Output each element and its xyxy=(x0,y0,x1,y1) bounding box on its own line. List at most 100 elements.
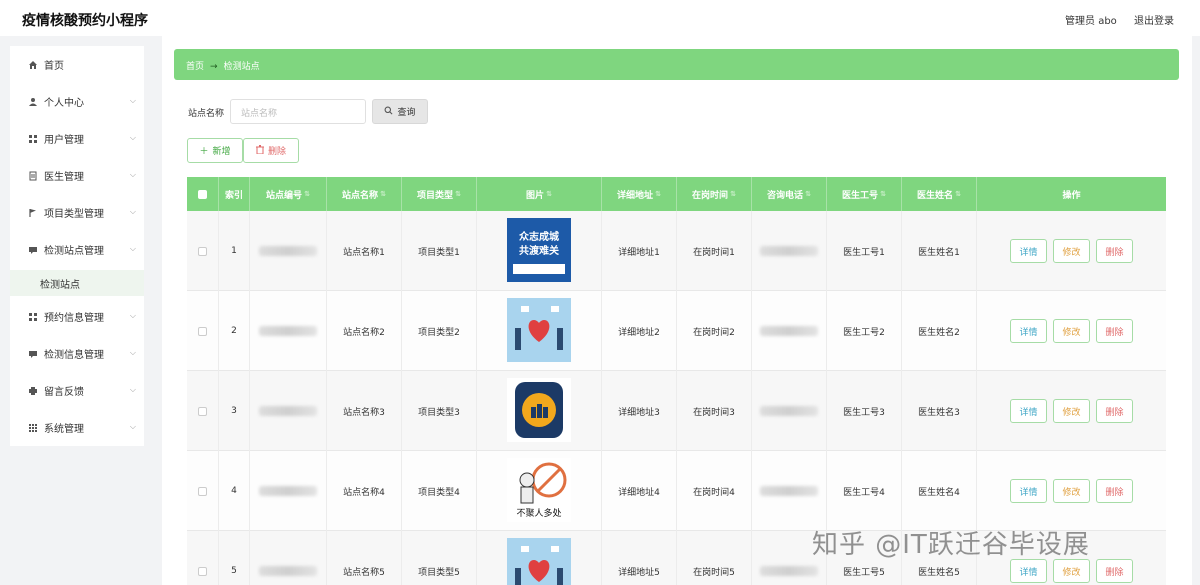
site-number-redacted xyxy=(259,326,317,336)
table-cell: 站点名称5 xyxy=(327,531,402,585)
column-header[interactable]: 站点编号 ⇅ xyxy=(250,177,327,211)
table-cell: 医生姓名2 xyxy=(902,291,977,371)
column-header-label: 操作 xyxy=(1062,190,1081,201)
app-title: 疫情核酸预约小程序 xyxy=(22,13,148,29)
table-cell xyxy=(187,211,219,291)
sidebar-subitem-label: 检测站点 xyxy=(40,279,80,291)
table-cell xyxy=(250,371,327,451)
chevron-down-icon: ⌵ xyxy=(129,207,136,216)
delete-row-button[interactable]: 删除 xyxy=(1096,399,1133,423)
table-cell: 医生姓名4 xyxy=(902,451,977,531)
sort-icon[interactable]: ⇅ xyxy=(304,190,310,198)
table-cell xyxy=(752,371,827,451)
on-duty-time: 在岗时间5 xyxy=(693,567,735,578)
sidebar-item-doctors[interactable]: 医生管理 ⌵ xyxy=(10,157,144,194)
sort-icon[interactable]: ⇅ xyxy=(455,190,461,198)
sort-icon[interactable]: ⇅ xyxy=(655,190,661,198)
chevron-down-icon: ⌵ xyxy=(129,348,136,357)
delete-row-button[interactable]: 删除 xyxy=(1096,559,1133,583)
sidebar-item-personal-center[interactable]: 个人中心 ⌵ xyxy=(10,83,144,120)
table-row[interactable]: 1 站点名称1 项目类型1 众志成城 共渡难关 详细地址1 在岗时间1 医生工号1 医生姓名1 详… xyxy=(187,211,1166,291)
delete-row-button[interactable]: 删除 xyxy=(1096,239,1133,263)
table-cell: 详情 修改 删除 xyxy=(977,291,1166,371)
table-row[interactable]: 4 站点名称4 项目类型4 不聚人多处 详细地址4 在岗时间4 医生工号4 医生姓名4 详情 修改… xyxy=(187,451,1166,531)
breadcrumb-home[interactable]: 首页 xyxy=(186,62,204,72)
column-header[interactable]: 图片 ⇅ xyxy=(477,177,602,211)
edit-button[interactable]: 修改 xyxy=(1053,559,1090,583)
column-header[interactable]: 咨询电话 ⇅ xyxy=(752,177,827,211)
table-row[interactable]: 3 站点名称3 项目类型3 详细地址3 在岗时间3 医生工号3 医生姓名3 详情 修改 删除 xyxy=(187,371,1166,451)
column-header-label: 医生姓名 xyxy=(917,190,954,201)
sidebar-item-system[interactable]: 系统管理 ⌵ xyxy=(10,409,144,446)
home-icon xyxy=(28,60,38,70)
sidebar-item-project-types[interactable]: 项目类型管理 ⌵ xyxy=(10,194,144,231)
chevron-down-icon: ⌵ xyxy=(129,96,136,105)
batch-delete-button[interactable]: 删除 xyxy=(243,138,299,163)
column-header[interactable]: 医生工号 ⇅ xyxy=(827,177,902,211)
table-cell xyxy=(187,371,219,451)
add-button[interactable]: ＋ 新增 xyxy=(187,138,243,163)
table-cell: 站点名称4 xyxy=(327,451,402,531)
sidebar-item-test-sites[interactable]: 检测站点管理 ⌵ xyxy=(10,231,144,268)
sort-icon[interactable]: ⇅ xyxy=(546,190,552,198)
edit-button[interactable]: 修改 xyxy=(1053,399,1090,423)
logout-link[interactable]: 退出登录 xyxy=(1134,16,1174,27)
table-cell xyxy=(752,291,827,371)
table-cell xyxy=(187,531,219,585)
sidebar-item-test-info[interactable]: 检测信息管理 ⌵ xyxy=(10,335,144,372)
row-checkbox[interactable] xyxy=(198,566,207,576)
sidebar-subitem-test-site[interactable]: 检测站点 xyxy=(10,270,144,296)
sort-icon[interactable]: ⇅ xyxy=(805,190,811,198)
sort-icon[interactable]: ⇅ xyxy=(380,190,386,198)
table-header: 索引 站点编号 ⇅ 站点名称 ⇅ 项目类型 ⇅ 图片 ⇅ 详细地址 ⇅ 在岗时间 ⇅ 咨询电… xyxy=(187,177,1166,211)
project-type: 项目类型5 xyxy=(418,567,460,578)
sidebar-item-home[interactable]: 首页 xyxy=(10,46,144,83)
row-checkbox[interactable] xyxy=(198,486,207,496)
table-cell xyxy=(250,291,327,371)
doctor-name: 医生姓名4 xyxy=(918,487,960,498)
arrow-right-icon: → xyxy=(210,62,218,72)
header-user-area: 管理员 abo 退出登录 xyxy=(1051,12,1174,27)
sort-icon[interactable]: ⇅ xyxy=(730,190,736,198)
column-header[interactable]: 站点名称 ⇅ xyxy=(327,177,402,211)
delete-row-button[interactable]: 删除 xyxy=(1096,319,1133,343)
row-checkbox[interactable] xyxy=(198,246,207,256)
plus-icon: ＋ xyxy=(199,147,209,157)
chevron-down-icon: ⌵ xyxy=(129,422,136,431)
column-header[interactable]: 在岗时间 ⇅ xyxy=(677,177,752,211)
site-name-search-input[interactable]: 站点名称 xyxy=(230,99,366,124)
detail-button[interactable]: 详情 xyxy=(1010,559,1047,583)
sort-icon[interactable]: ⇅ xyxy=(955,190,961,198)
column-header[interactable]: 医生姓名 ⇅ xyxy=(902,177,977,211)
detail-button[interactable]: 详情 xyxy=(1010,239,1047,263)
table-row[interactable]: 2 站点名称2 项目类型2 详细地址2 在岗时间2 医生工号2 医生姓名2 详情 修改 删除 xyxy=(187,291,1166,371)
on-duty-time: 在岗时间3 xyxy=(693,407,735,418)
table-cell xyxy=(752,211,827,291)
sidebar-item-feedback[interactable]: 留言反馈 ⌵ xyxy=(10,372,144,409)
edit-button[interactable]: 修改 xyxy=(1053,319,1090,343)
address: 详细地址5 xyxy=(618,567,660,578)
edit-button[interactable]: 修改 xyxy=(1053,239,1090,263)
sidebar-item-users[interactable]: 用户管理 ⌵ xyxy=(10,120,144,157)
table-cell: 医生工号1 xyxy=(827,211,902,291)
doctor-id: 医生工号1 xyxy=(843,247,885,258)
site-image: 不聚人多处 xyxy=(507,457,571,525)
address: 详细地址3 xyxy=(618,407,660,418)
column-header[interactable]: 项目类型 ⇅ xyxy=(402,177,477,211)
admin-user[interactable]: 管理员 abo xyxy=(1065,16,1117,27)
delete-row-button[interactable]: 删除 xyxy=(1096,479,1133,503)
detail-button[interactable]: 详情 xyxy=(1010,319,1047,343)
column-header[interactable]: 详细地址 ⇅ xyxy=(602,177,677,211)
detail-button[interactable]: 详情 xyxy=(1010,479,1047,503)
edit-button[interactable]: 修改 xyxy=(1053,479,1090,503)
row-checkbox[interactable] xyxy=(198,406,207,416)
trash-icon xyxy=(255,144,264,157)
search-button[interactable]: 查询 xyxy=(372,99,428,124)
column-header-label: 站点编号 xyxy=(266,190,303,201)
row-checkbox[interactable] xyxy=(198,326,207,336)
detail-button[interactable]: 详情 xyxy=(1010,399,1047,423)
sidebar-item-appointments[interactable]: 预约信息管理 ⌵ xyxy=(10,298,144,335)
sort-icon[interactable]: ⇅ xyxy=(880,190,886,198)
row-index: 4 xyxy=(231,486,237,496)
select-all-checkbox[interactable] xyxy=(198,189,207,199)
